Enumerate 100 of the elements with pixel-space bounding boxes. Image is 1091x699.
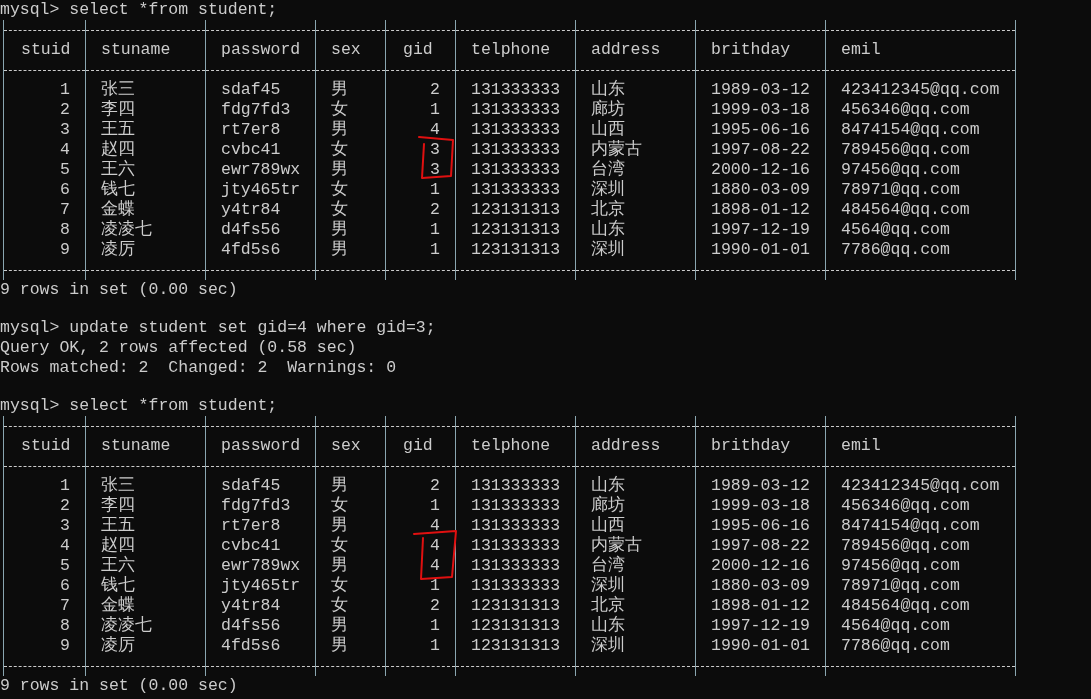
table-cell: 山东 xyxy=(591,220,625,240)
table-cell: 2 xyxy=(60,496,70,516)
table-cell: 6 xyxy=(60,180,70,200)
table-cell: rt7er8 xyxy=(221,120,281,140)
table-cell: y4tr84 xyxy=(221,200,281,220)
table-cell: 456346@qq.com xyxy=(841,100,970,120)
table-cell: 男 xyxy=(331,80,348,100)
table-cell: 台湾 xyxy=(591,556,625,576)
table-cell: 8474154@qq.com xyxy=(841,120,980,140)
column-header: address xyxy=(591,436,661,456)
table-cell: 凌凌七 xyxy=(101,220,152,240)
table-cell: 1 xyxy=(430,100,440,120)
table-cell: 3 xyxy=(60,120,70,140)
column-header: emil xyxy=(841,40,881,60)
table-cell: 1990-01-01 xyxy=(711,636,811,656)
column-header: gid xyxy=(403,436,433,456)
table-cell: 4564@qq.com xyxy=(841,616,950,636)
table-cell: ewr789wx xyxy=(221,160,301,180)
table-cell: 131333333 xyxy=(471,160,561,180)
highlight-mark xyxy=(413,530,457,580)
table-cell: 423412345@qq.com xyxy=(841,80,1000,100)
table-cell: 131333333 xyxy=(471,576,561,596)
table-cell: 4 xyxy=(430,120,440,140)
table-cell: 1995-06-16 xyxy=(711,516,811,536)
table-cell: 4 xyxy=(430,536,440,556)
console-line: Query OK, 2 rows affected (0.58 sec) xyxy=(0,338,357,357)
table-cell: 李四 xyxy=(101,496,135,516)
table-cell: 9 xyxy=(60,636,70,656)
table-cell: 1989-03-12 xyxy=(711,476,811,496)
column-header: emil xyxy=(841,436,881,456)
column-header: brithday xyxy=(711,40,791,60)
table-cell: 女 xyxy=(331,100,348,120)
table-cell: 423412345@qq.com xyxy=(841,476,1000,496)
table-cell: 女 xyxy=(331,180,348,200)
table-cell: 5 xyxy=(60,160,70,180)
table-cell: 2 xyxy=(430,476,440,496)
console-line: mysql> select *from student; xyxy=(0,0,278,19)
table-cell: fdg7fd3 xyxy=(221,100,291,120)
table-cell: 男 xyxy=(331,516,348,536)
table-cell: 1 xyxy=(430,220,440,240)
table-cell: 131333333 xyxy=(471,516,561,536)
table-cell: 131333333 xyxy=(471,140,561,160)
console-line: 9 rows in set (0.00 sec) xyxy=(0,280,238,299)
table-cell: 1989-03-12 xyxy=(711,80,811,100)
table-cell: 凌凌七 xyxy=(101,616,152,636)
column-header: password xyxy=(221,436,301,456)
table-cell: 女 xyxy=(331,200,348,220)
table-cell: 7786@qq.com xyxy=(841,240,950,260)
column-header: telphone xyxy=(471,40,551,60)
table-cell: 123131313 xyxy=(471,200,561,220)
table-cell: d4fs56 xyxy=(221,220,281,240)
table-cell: 深圳 xyxy=(591,576,625,596)
table-cell: 6 xyxy=(60,576,70,596)
table-cell: 131333333 xyxy=(471,556,561,576)
table-cell: 1997-08-22 xyxy=(711,140,811,160)
column-header: stuid xyxy=(21,40,71,60)
table-cell: 456346@qq.com xyxy=(841,496,970,516)
table-cell: jty465tr xyxy=(221,576,301,596)
table-cell: 男 xyxy=(331,240,348,260)
table-cell: 男 xyxy=(331,476,348,496)
table-cell: 1990-01-01 xyxy=(711,240,811,260)
table-cell: 2 xyxy=(430,596,440,616)
table-cell: 男 xyxy=(331,160,348,180)
table-cell-text: 山东 xyxy=(591,80,625,99)
table-cell: 7 xyxy=(60,200,70,220)
table-cell: 97456@qq.com xyxy=(841,160,960,180)
table-cell-text: 内蒙古 xyxy=(591,536,642,555)
table-cell: 1999-03-18 xyxy=(711,100,811,120)
table-cell: 131333333 xyxy=(471,120,561,140)
table-cell: 台湾 xyxy=(591,160,625,180)
table-cell: 1 xyxy=(430,636,440,656)
table-cell: 131333333 xyxy=(471,476,561,496)
table-cell: 2000-12-16 xyxy=(711,160,811,180)
column-header: stuname xyxy=(101,436,171,456)
table-cell-text: 内蒙古 xyxy=(591,140,642,159)
column-header: stuid xyxy=(21,436,71,456)
table-cell: 2 xyxy=(60,100,70,120)
table-cell: 男 xyxy=(331,616,348,636)
table-cell: 深圳 xyxy=(591,180,625,200)
column-header: telphone xyxy=(471,436,551,456)
table-cell-text: 山东 xyxy=(591,476,625,495)
table-cell: 484564@qq.com xyxy=(841,200,970,220)
table-cell: 女 xyxy=(331,496,348,516)
table-cell: ewr789wx xyxy=(221,556,301,576)
table-cell: rt7er8 xyxy=(221,516,281,536)
table-cell: 3 xyxy=(60,516,70,536)
table-cell: 1898-01-12 xyxy=(711,200,811,220)
table-cell: 王五 xyxy=(101,120,135,140)
table-cell: fdg7fd3 xyxy=(221,496,291,516)
table-cell: 4 xyxy=(60,140,70,160)
column-header: brithday xyxy=(711,436,791,456)
table-cell: 北京 xyxy=(591,200,625,220)
table-cell: 1995-06-16 xyxy=(711,120,811,140)
table-cell: 1 xyxy=(430,496,440,516)
table-cell: 5 xyxy=(60,556,70,576)
table-cell: 女 xyxy=(331,536,348,556)
table-cell: 1997-08-22 xyxy=(711,536,811,556)
table-cell: 2 xyxy=(430,80,440,100)
table-cell: 山西 xyxy=(591,516,625,536)
table-cell: 赵四 xyxy=(101,140,135,160)
